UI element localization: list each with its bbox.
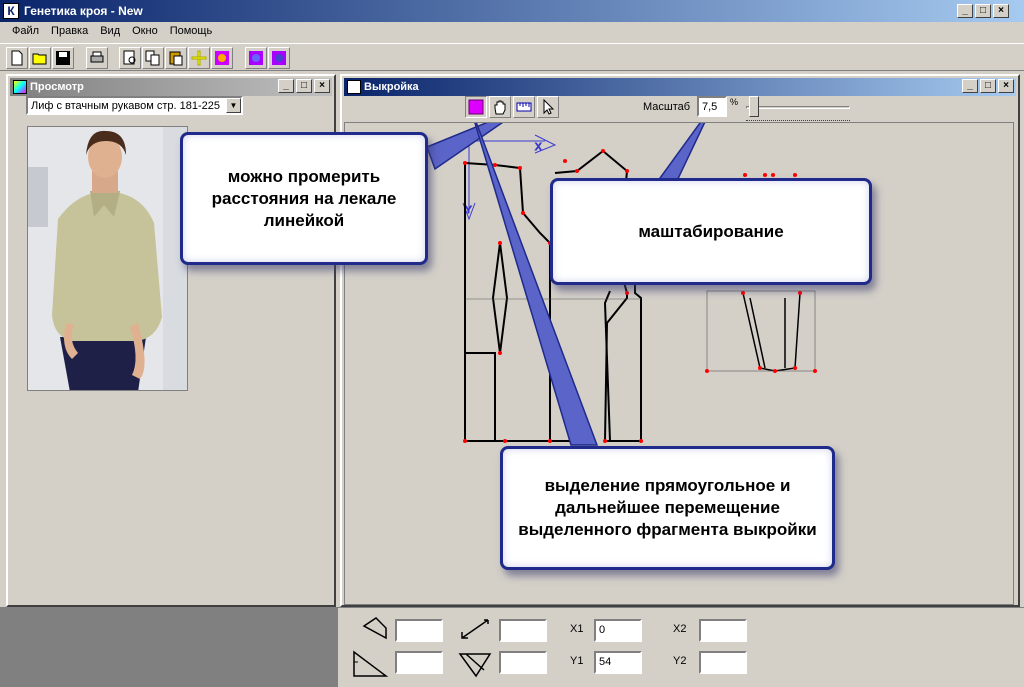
- scale-slider-thumb[interactable]: [749, 96, 759, 117]
- pattern-window-controls: _ □ ×: [962, 79, 1014, 93]
- distance-icon: [461, 619, 489, 639]
- menu-edit[interactable]: Правка: [45, 22, 94, 42]
- preview-close-button[interactable]: ×: [314, 79, 330, 93]
- preview-window-icon: [13, 80, 27, 94]
- pattern-sleeve: [742, 292, 801, 372]
- distance-field[interactable]: [499, 619, 547, 642]
- new-file-button[interactable]: [6, 47, 28, 69]
- scale-label: Масштаб: [643, 101, 691, 113]
- image-tool-button-1[interactable]: [245, 47, 267, 69]
- minimize-button[interactable]: _: [957, 4, 973, 18]
- paste-icon: [169, 51, 183, 66]
- callout-select: выделение прямоугольное и дальнейшее пер…: [500, 446, 835, 570]
- pattern-window-icon: [347, 80, 361, 94]
- scale-slider-track[interactable]: [746, 106, 850, 109]
- ruler-tool[interactable]: [513, 96, 535, 118]
- x2-label: X2: [673, 623, 687, 635]
- print-preview-button[interactable]: [119, 47, 141, 69]
- image-tool-button-2[interactable]: [268, 47, 290, 69]
- app-title: Генетика кроя - New: [24, 4, 143, 18]
- print-icon: [90, 51, 104, 63]
- y2-field[interactable]: [699, 651, 747, 674]
- pattern-title: Выкройка: [364, 81, 419, 93]
- open-button[interactable]: [29, 47, 51, 69]
- menu-file[interactable]: Файл: [6, 22, 45, 42]
- preview-title: Просмотр: [30, 81, 84, 93]
- app-title-bar: К Генетика кроя - New _ □ ×: [0, 0, 1024, 22]
- scale-slider-ticks: [746, 120, 850, 121]
- scale-input[interactable]: 7,5: [697, 96, 727, 117]
- model-select-value: Лиф с втачным рукавом стр. 181-225: [31, 100, 221, 112]
- rect-select-tool[interactable]: [465, 96, 487, 118]
- chevron-down-icon[interactable]: ▼: [226, 98, 241, 113]
- rotate-shape-icon: [362, 617, 387, 640]
- model-select[interactable]: Лиф с втачным рукавом стр. 181-225 ▼: [26, 96, 243, 115]
- angle-field[interactable]: [395, 651, 443, 674]
- y1-field[interactable]: 54: [594, 651, 642, 674]
- y2-label: Y2: [673, 655, 687, 667]
- window-controls: _ □ ×: [957, 4, 1009, 18]
- menu-window[interactable]: Окно: [126, 22, 164, 42]
- close-button[interactable]: ×: [993, 4, 1009, 18]
- svg-text:Y: Y: [465, 205, 472, 216]
- preview-minimize-button[interactable]: _: [278, 79, 294, 93]
- menu-help[interactable]: Помощь: [164, 22, 219, 42]
- add-button[interactable]: [188, 47, 210, 69]
- angle-shape-icon: [353, 650, 389, 677]
- paste-button[interactable]: [165, 47, 187, 69]
- color-image-button[interactable]: [211, 47, 233, 69]
- color-image-icon: [215, 51, 229, 65]
- menu-bar: Файл Правка Вид Окно Помощь: [0, 22, 1024, 42]
- preview-maximize-button[interactable]: □: [296, 79, 312, 93]
- open-folder-icon: [32, 53, 47, 65]
- maximize-button[interactable]: □: [975, 4, 991, 18]
- ruler-icon: [516, 102, 532, 112]
- pointer-tool[interactable]: [537, 96, 559, 118]
- print-button[interactable]: [86, 47, 108, 69]
- pattern-minimize-button[interactable]: _: [962, 79, 978, 93]
- main-toolbar: [0, 43, 1024, 71]
- slope-field[interactable]: [499, 651, 547, 674]
- slope-icon: [458, 653, 492, 678]
- image-tool-icon-2: [272, 51, 286, 65]
- preview-window-controls: _ □ ×: [278, 79, 330, 93]
- callout-ruler: можно промерить расстояния на лекале лин…: [180, 132, 428, 265]
- hand-pan-tool[interactable]: [489, 96, 511, 118]
- y1-label: Y1: [570, 655, 584, 667]
- preview-title-bar: Просмотр _ □ ×: [10, 78, 332, 96]
- copy-icon: [145, 50, 160, 66]
- x1-field[interactable]: 0: [594, 619, 642, 642]
- status-area: [0, 608, 338, 687]
- pattern-title-bar: Выкройка _ □ ×: [344, 78, 1016, 96]
- hand-pan-icon: [494, 100, 506, 115]
- rotate-field[interactable]: [395, 619, 443, 642]
- pointer-arrow-icon: [543, 99, 555, 115]
- woman-jacket-image: [28, 127, 187, 390]
- x2-field[interactable]: [699, 619, 747, 642]
- copy-button[interactable]: [142, 47, 164, 69]
- save-icon: [56, 51, 70, 65]
- save-button[interactable]: [52, 47, 74, 69]
- new-file-icon: [11, 50, 23, 66]
- svg-text:X: X: [535, 142, 542, 153]
- coordinate-panel: X1 0 X2 Y1 54 Y2: [0, 607, 1024, 687]
- x1-label: X1: [570, 623, 584, 635]
- pattern-maximize-button[interactable]: □: [980, 79, 996, 93]
- callout-scale: маштабирование: [550, 178, 872, 285]
- add-cross-icon: [191, 50, 207, 66]
- print-preview-icon: [123, 50, 136, 65]
- image-tool-icon-1: [249, 51, 263, 65]
- model-photo: [27, 126, 188, 391]
- pattern-close-button[interactable]: ×: [998, 79, 1014, 93]
- rect-select-icon: [468, 99, 484, 115]
- ruler-guide: X Y: [462, 134, 557, 221]
- app-logo-icon: К: [3, 3, 19, 19]
- scale-unit: %: [730, 97, 739, 107]
- menu-view[interactable]: Вид: [94, 22, 126, 42]
